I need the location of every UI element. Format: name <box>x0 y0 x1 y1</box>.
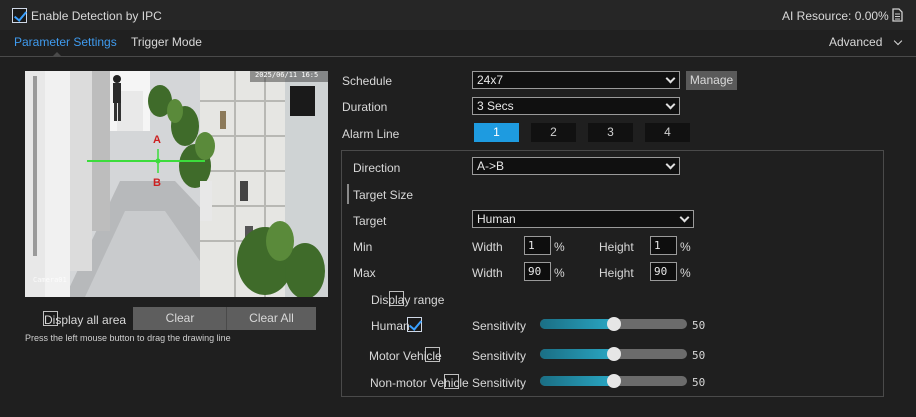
display-range-label: Display range <box>371 293 445 307</box>
chevron-down-icon <box>665 73 676 84</box>
min-label: Min <box>353 240 373 254</box>
slider-fill <box>540 376 614 386</box>
camera-scene <box>25 71 328 297</box>
chevron-down-icon <box>665 159 676 170</box>
chevron-down-icon <box>679 212 690 223</box>
motor-vehicle-sensitivity-slider[interactable] <box>540 347 687 361</box>
ai-resource-label: AI Resource: 0.00% <box>782 9 889 23</box>
target-select[interactable]: Human <box>472 210 694 228</box>
target-value: Human <box>477 212 516 226</box>
duration-label: Duration <box>342 100 388 114</box>
clear-all-button[interactable]: Clear All <box>226 307 316 330</box>
schedule-label: Schedule <box>342 74 393 88</box>
min-height-label: Height <box>599 240 634 254</box>
section-marker <box>347 184 349 204</box>
alarm-line-1-button[interactable]: 1 <box>474 123 519 142</box>
non-motor-vehicle-sensitivity-slider[interactable] <box>540 374 687 388</box>
alarm-line-3-button[interactable]: 3 <box>588 123 633 142</box>
slider-knob[interactable] <box>607 317 621 331</box>
alarm-line-label-b: B <box>153 177 161 189</box>
human-sensitivity-label: Sensitivity <box>472 319 527 333</box>
slider-knob[interactable] <box>607 347 621 361</box>
human-sensitivity-slider[interactable] <box>540 317 687 331</box>
enable-detection-label: Enable Detection by IPC <box>31 9 162 23</box>
min-height-unit: % <box>680 240 691 254</box>
slider-knob[interactable] <box>607 374 621 388</box>
human-sensitivity-value: 50 <box>692 319 706 332</box>
non-motor-vehicle-label: Non-motor Vehicle <box>370 376 469 390</box>
max-width-label: Width <box>472 266 503 280</box>
hint-text: Press the left mouse button to drag the … <box>25 333 231 343</box>
direction-select[interactable]: A->B <box>472 157 680 175</box>
duration-select[interactable]: 3 Secs <box>472 97 680 115</box>
min-width-label: Width <box>472 240 503 254</box>
chevron-down-icon[interactable] <box>893 36 903 46</box>
human-label: Human <box>371 319 410 333</box>
max-width-unit: % <box>554 266 565 280</box>
alarm-line-4-button[interactable]: 4 <box>645 123 690 142</box>
document-icon[interactable] <box>892 8 903 22</box>
camera-timestamp: 2025/06/11 16:5 <box>255 71 319 79</box>
non-motor-vehicle-sensitivity-value: 50 <box>692 376 706 389</box>
min-width-unit: % <box>554 240 565 254</box>
max-height-unit: % <box>680 266 691 280</box>
tab-trigger-mode[interactable]: Trigger Mode <box>131 35 202 49</box>
slider-fill <box>540 349 614 359</box>
min-height-input[interactable]: 1 <box>650 236 677 255</box>
max-width-input[interactable]: 90 <box>524 262 551 281</box>
direction-label: Direction <box>353 161 401 175</box>
tab-parameter-settings[interactable]: Parameter Settings <box>14 35 117 49</box>
min-width-input[interactable]: 1 <box>524 236 551 255</box>
camera-name-overlay: Camera01 <box>33 276 67 284</box>
advanced-dropdown[interactable]: Advanced <box>829 35 882 49</box>
camera-preview[interactable]: 2025/06/11 16:5 A B Camera01 <box>25 71 328 297</box>
max-height-input[interactable]: 90 <box>650 262 677 281</box>
motor-vehicle-label: Motor Vehicle <box>369 349 442 363</box>
alarm-line-2-button[interactable]: 2 <box>531 123 576 142</box>
non-motor-vehicle-sensitivity-label: Sensitivity <box>472 376 527 390</box>
alarm-line-label-a: A <box>153 134 161 146</box>
max-label: Max <box>353 266 376 280</box>
target-size-heading: Target Size <box>353 188 414 202</box>
clear-button[interactable]: Clear <box>133 307 227 330</box>
duration-value: 3 Secs <box>477 99 514 113</box>
schedule-select[interactable]: 24x7 <box>472 71 680 89</box>
display-all-area-label: Display all area <box>44 313 127 327</box>
alarm-line-label: Alarm Line <box>342 127 400 141</box>
manage-button[interactable]: Manage <box>686 71 737 90</box>
enable-detection-checkbox[interactable] <box>12 8 27 23</box>
max-height-label: Height <box>599 266 634 280</box>
chevron-down-icon <box>665 99 676 110</box>
motor-vehicle-sensitivity-label: Sensitivity <box>472 349 527 363</box>
target-label: Target <box>353 214 387 228</box>
motor-vehicle-sensitivity-value: 50 <box>692 349 706 362</box>
slider-fill <box>540 319 614 329</box>
schedule-value: 24x7 <box>477 73 504 87</box>
direction-value: A->B <box>477 159 505 173</box>
